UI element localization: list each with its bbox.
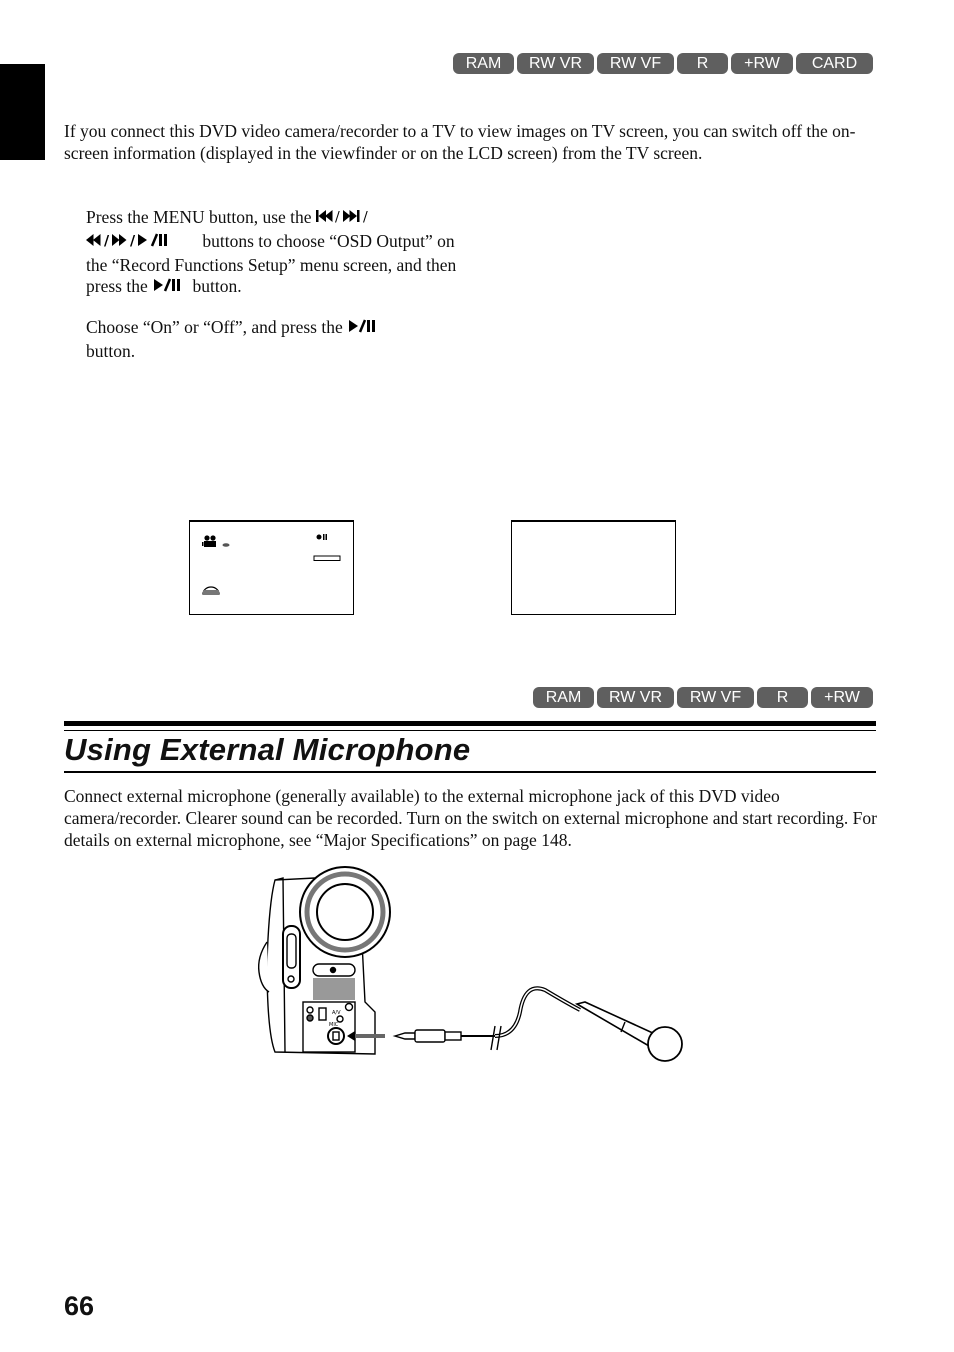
heading-rule-bottom	[64, 771, 876, 773]
svg-text:/: /	[363, 210, 368, 224]
svg-text:/: /	[130, 233, 136, 247]
badge-card: CARD	[796, 53, 873, 74]
microphone-icon	[574, 1001, 683, 1062]
step-1-text-a: Press the MENU button, use the	[86, 207, 316, 227]
badge-ram: RAM	[453, 53, 514, 74]
mic-cable-icon	[490, 986, 581, 1051]
badge-rw-vr: RW VR	[597, 687, 674, 708]
page-number: 66	[64, 1291, 95, 1321]
search-play-buttons-icon: / /	[86, 233, 198, 251]
mic-plug-icon	[392, 1029, 495, 1043]
skip-buttons-icon: / /	[315, 210, 378, 227]
disc-type-badges-top: RAM RW VR RW VF R +RW CARD	[453, 53, 873, 74]
badge-rw-vf: RW VF	[677, 687, 754, 708]
osd-on-screen-example	[189, 520, 354, 615]
step-2: Choose “On” or “Off”, and press the butt…	[86, 317, 466, 363]
record-pause-icon	[316, 534, 327, 540]
badge-plus-rw: +RW	[811, 687, 873, 708]
step-2-text-a: Choose “On” or “Off”, and press the	[86, 317, 348, 337]
svg-text:/: /	[335, 210, 340, 224]
badge-rw-vr: RW VR	[517, 53, 594, 74]
step-2-text-b: button.	[86, 340, 136, 361]
section-heading: Using External Microphone	[64, 732, 471, 767]
step-1: Press the MENU button, use the / / / / but…	[86, 207, 466, 300]
battery-icon	[313, 555, 341, 561]
step-1-text-d: button.	[188, 276, 242, 297]
svg-text:/: /	[104, 233, 110, 247]
camera-mode-icon	[202, 535, 230, 547]
badge-plus-rw: +RW	[731, 53, 793, 74]
microphone-connection-illustration: MIC A/V	[255, 862, 695, 1072]
disc-type-badges-section: RAM RW VR RW VF R +RW	[533, 687, 873, 708]
av-label: A/V	[332, 1010, 341, 1016]
osd-off-screen-example	[511, 520, 676, 615]
camcorder-icon: MIC A/V	[257, 866, 391, 1055]
heading-rule-top	[64, 721, 876, 726]
intro-paragraph: If you connect this DVD video camera/rec…	[64, 121, 856, 163]
mic-label: MIC	[329, 1022, 339, 1028]
microphone-paragraph: Connect external microphone (generally a…	[64, 786, 877, 850]
badge-rw-vf: RW VF	[597, 53, 674, 74]
play-pause-icon	[152, 278, 188, 296]
disc-icon	[202, 586, 220, 595]
badge-r: R	[677, 53, 728, 74]
badge-r: R	[757, 687, 808, 708]
section-tab-marker	[0, 64, 45, 160]
play-pause-icon	[347, 319, 383, 337]
badge-ram: RAM	[533, 687, 594, 708]
